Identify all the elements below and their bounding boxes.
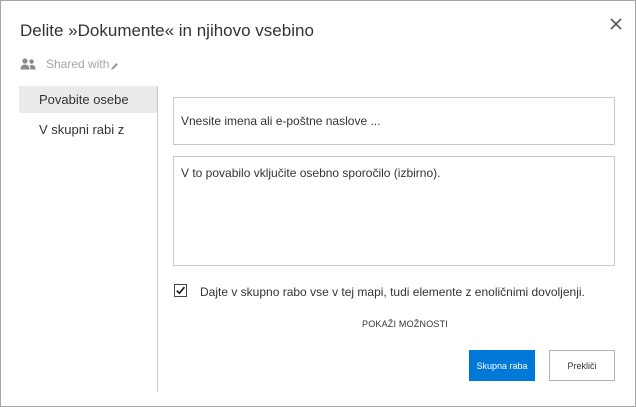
close-button[interactable] — [607, 15, 625, 33]
nav-item-label: Povabite osebe — [39, 92, 129, 107]
nav-item-label: V skupni rabi z — [39, 122, 125, 137]
dialog-title: Delite »Dokumente« in njihovo vsebino — [20, 21, 314, 40]
cancel-button[interactable]: Prekliči — [549, 350, 615, 381]
show-options-link[interactable]: POKAŽI MOŽNOSTI — [362, 319, 448, 329]
people-icon — [20, 58, 36, 70]
shared-with-label: Shared with — [46, 57, 110, 71]
share-dialog: Delite »Dokumente« in njihovo vsebino Sh… — [0, 0, 636, 407]
share-nav: Povabite osebe V skupni rabi z — [19, 86, 158, 392]
nav-item-shared-with[interactable]: V skupni rabi z — [19, 116, 157, 143]
nav-item-invite-people[interactable]: Povabite osebe — [19, 86, 157, 113]
checkmark-icon — [176, 286, 186, 295]
close-icon — [610, 18, 622, 30]
shared-with-row[interactable]: Shared with — [20, 56, 119, 72]
share-all-checkbox[interactable] — [174, 284, 187, 297]
message-input[interactable] — [173, 156, 615, 266]
pencil-icon[interactable] — [110, 62, 119, 71]
share-all-label: Dajte v skupno rabo vse v tej mapi, tudi… — [200, 285, 585, 299]
names-input[interactable] — [173, 97, 615, 145]
share-button[interactable]: Skupna raba — [469, 350, 535, 381]
